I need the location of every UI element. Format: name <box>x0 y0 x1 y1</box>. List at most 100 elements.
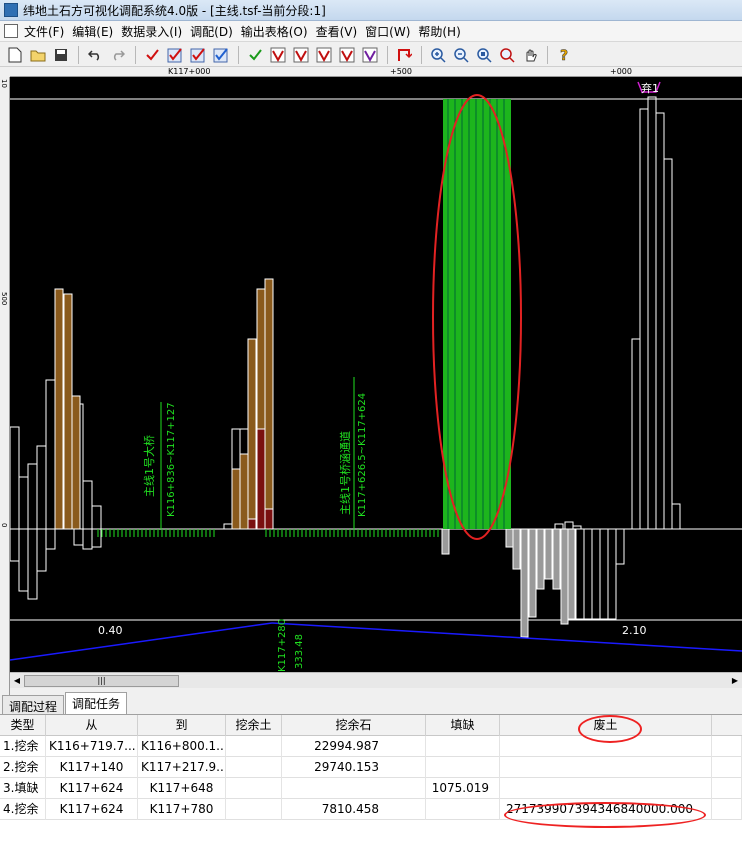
zoom-fit-icon[interactable] <box>473 45 494 65</box>
table-row[interactable]: 1.挖余 K116+719.7... K116+800.1... 22994.987 <box>0 736 742 757</box>
menu-window[interactable]: 窗口(W) <box>365 23 418 40</box>
header-waste-soil[interactable]: 废土 <box>500 715 712 736</box>
menu-view[interactable]: 查看(V) <box>316 23 366 40</box>
profile-canvas[interactable]: 主线1号大桥 K116+836~K117+127 主线1号桥涵通道 K117+6… <box>9 77 742 672</box>
fill-bar <box>615 528 625 565</box>
table-cell: K117+624 <box>46 799 138 820</box>
menu-output[interactable]: 输出表格(O) <box>241 23 316 40</box>
table-cell <box>226 778 282 799</box>
cut-bar <box>223 523 233 530</box>
header-type[interactable]: 类型 <box>0 715 46 736</box>
menu-data-input[interactable]: 数据录入(I) <box>121 23 190 40</box>
fill-bar <box>441 528 450 555</box>
horizontal-scrollbar[interactable]: ◀ ||| ▶ <box>10 672 742 688</box>
save-icon[interactable] <box>50 45 71 65</box>
check-v-icon[interactable] <box>313 45 334 65</box>
table-cell: 1.挖余 <box>0 736 46 757</box>
table-cell <box>500 757 712 778</box>
check-v-icon[interactable] <box>336 45 357 65</box>
window-title: 纬地土石方可视化调配系统4.0版 - [主线.tsf-当前分段:1] <box>23 3 326 18</box>
bridge-range-label: K116+836~K117+127 <box>166 402 177 517</box>
ruler-label: 0 <box>0 523 8 528</box>
return-icon[interactable] <box>393 45 414 65</box>
pan-icon[interactable] <box>519 45 540 65</box>
check-green-icon[interactable] <box>244 45 265 65</box>
svg-text:?: ? <box>560 48 568 63</box>
check-box-icon[interactable] <box>187 45 208 65</box>
fill-bar <box>512 528 521 570</box>
header-fill-deficit[interactable]: 填缺 <box>426 715 500 736</box>
cut-bar <box>631 338 641 530</box>
cut-soil-bar <box>71 395 81 530</box>
menu-help[interactable]: 帮助(H) <box>418 23 468 40</box>
tab-dispatch-process[interactable]: 调配过程 <box>2 695 65 714</box>
fill-bar <box>36 528 47 572</box>
menu-file[interactable]: 文件(F) <box>24 23 72 40</box>
header-excess-rock[interactable]: 挖余石 <box>282 715 426 736</box>
cut-soil-bar <box>239 453 249 530</box>
table-cell <box>426 757 500 778</box>
zoom-out-icon[interactable] <box>450 45 471 65</box>
toolbar-separator <box>78 45 79 64</box>
toolbar-separator <box>238 45 239 64</box>
table-cell <box>712 736 742 757</box>
zoom-window-icon[interactable] <box>496 45 517 65</box>
ruler-left: 10 500 0 <box>0 77 10 697</box>
toolbar-separator <box>421 45 422 64</box>
table-cell <box>712 799 742 820</box>
scroll-thumb[interactable]: ||| <box>24 675 179 687</box>
fill-bar <box>73 528 84 546</box>
fill-bar <box>552 528 561 590</box>
open-icon[interactable] <box>27 45 48 65</box>
table-cell: K117+217.9... <box>138 757 226 778</box>
fill-bar <box>575 528 585 620</box>
document-icon[interactable] <box>4 24 18 38</box>
table-cell: 22994.987 <box>282 736 426 757</box>
cut-soil-bar <box>264 278 274 530</box>
cut-bar <box>18 476 29 530</box>
undo-icon[interactable] <box>84 45 105 65</box>
check-v-icon[interactable] <box>267 45 288 65</box>
fill-bar <box>591 528 601 620</box>
header-from[interactable]: 从 <box>46 715 138 736</box>
culvert-range-label: K117+626.5~K117+624 <box>357 393 368 517</box>
cut-bar <box>9 426 20 530</box>
table-row[interactable]: 3.填缺 K117+624 K117+648 1075.019 <box>0 778 742 799</box>
menu-edit[interactable]: 编辑(E) <box>72 23 121 40</box>
disposal-marker-label: 弃1 <box>641 81 659 95</box>
cut-bar <box>639 108 649 530</box>
help-icon[interactable]: ? <box>553 45 574 65</box>
grade-left-value: 0.40 <box>98 624 123 637</box>
zoom-in-icon[interactable] <box>427 45 448 65</box>
header-to[interactable]: 到 <box>138 715 226 736</box>
check-box-icon[interactable] <box>210 45 231 65</box>
header-excess-soil[interactable]: 挖余土 <box>226 715 282 736</box>
menu-bar: 文件(F) 编辑(E) 数据录入(I) 调配(D) 输出表格(O) 查看(V) … <box>0 21 742 42</box>
tab-dispatch-task[interactable]: 调配任务 <box>65 692 128 714</box>
redo-icon[interactable] <box>107 45 128 65</box>
new-icon[interactable] <box>4 45 25 65</box>
grade-line-right <box>271 622 742 652</box>
table-row[interactable]: 4.挖余 K117+624 K117+780 7810.458 271739907394… <box>0 799 742 820</box>
table-row[interactable]: 2.挖余 K117+140 K117+217.9... 29740.153 <box>0 757 742 778</box>
table-cell: 1075.019 <box>426 778 500 799</box>
scroll-right-icon[interactable]: ▶ <box>729 675 741 687</box>
table-cell <box>282 778 426 799</box>
table-cell: 3.填缺 <box>0 778 46 799</box>
cut-bar <box>663 158 673 530</box>
culvert-label: 主线1号桥涵通道 <box>338 431 352 515</box>
cut-soil-bar <box>63 293 73 530</box>
check-v-icon[interactable] <box>359 45 380 65</box>
table-cell <box>426 799 500 820</box>
table-cell <box>226 736 282 757</box>
check-v-icon[interactable] <box>290 45 311 65</box>
table-cell: K116+719.7... <box>46 736 138 757</box>
cut-bar <box>647 96 657 530</box>
table-cell: 2.挖余 <box>0 757 46 778</box>
fill-bar <box>9 528 20 562</box>
menu-dispatch[interactable]: 调配(D) <box>190 23 241 40</box>
check-box-icon[interactable] <box>164 45 185 65</box>
check-red-icon[interactable] <box>141 45 162 65</box>
cut-bar <box>82 480 93 530</box>
scroll-left-icon[interactable]: ◀ <box>11 675 23 687</box>
